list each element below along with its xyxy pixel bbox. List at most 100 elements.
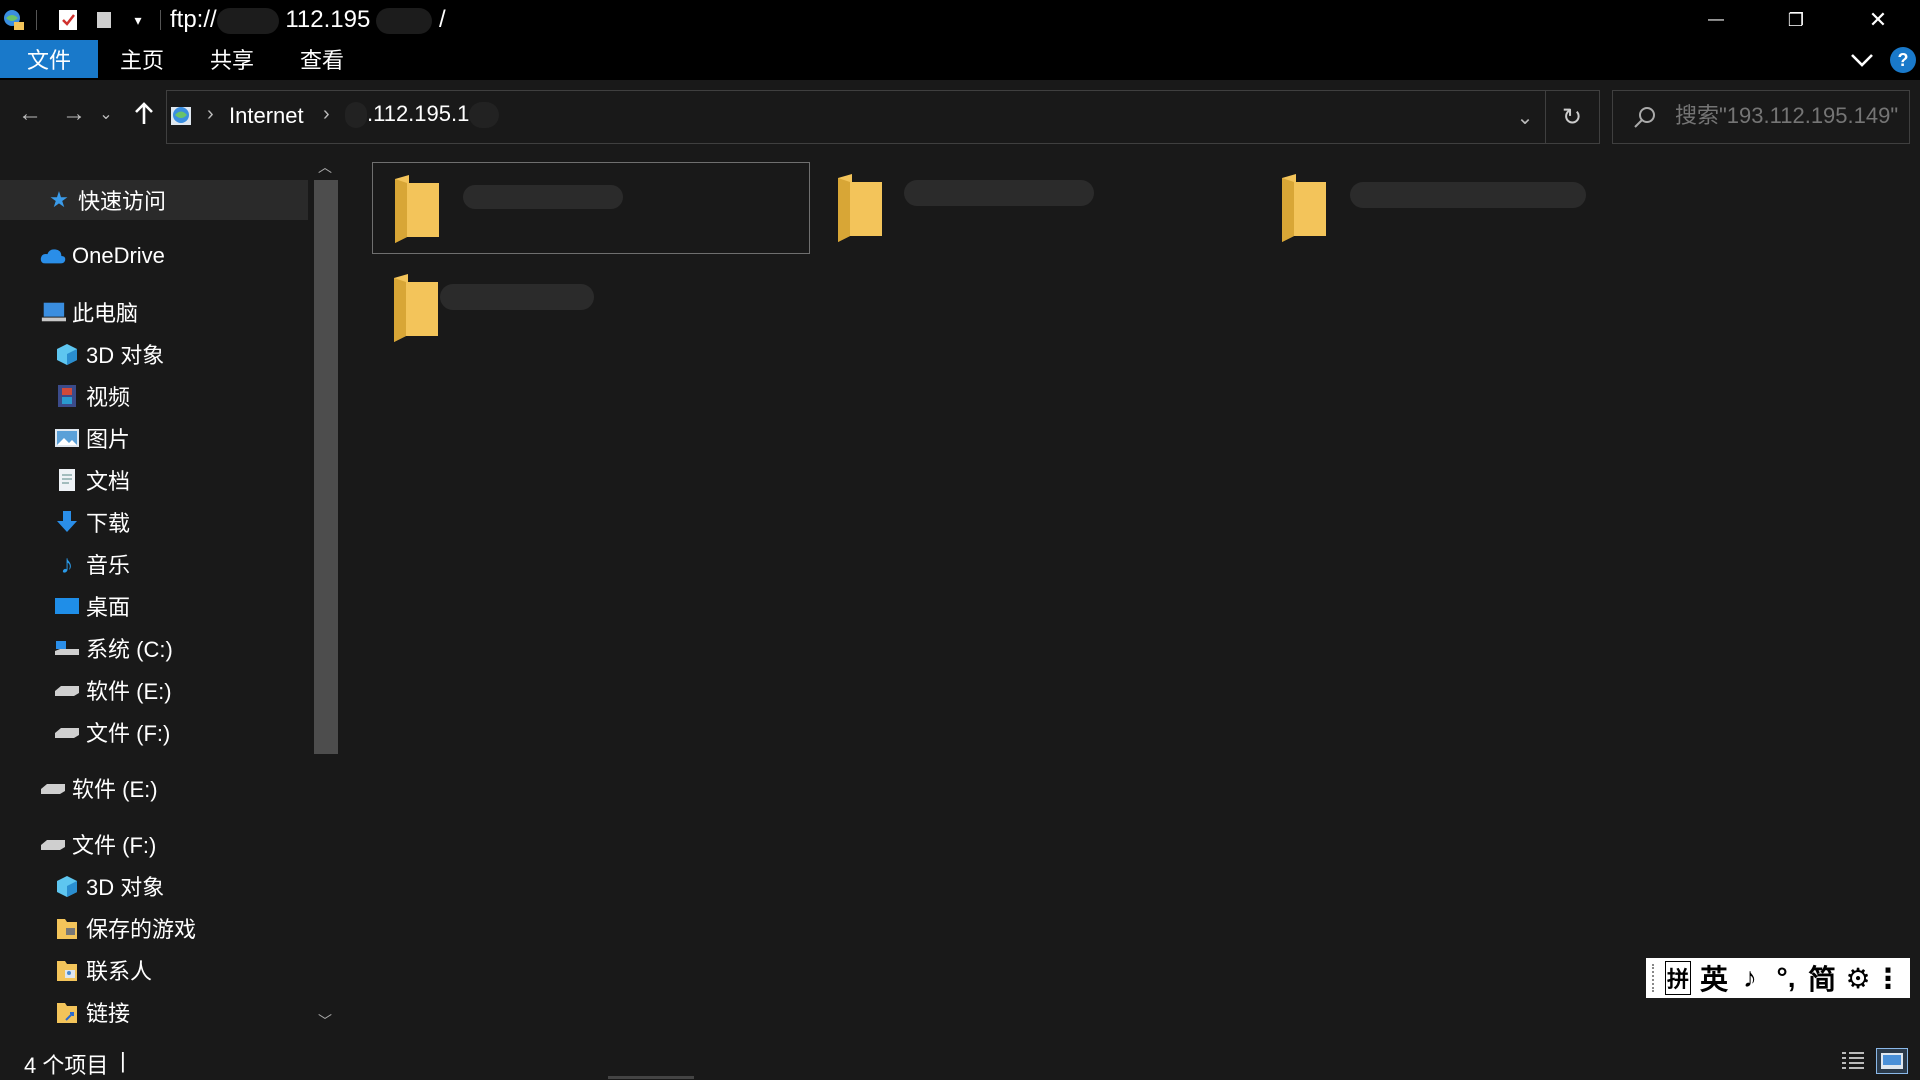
download-icon — [54, 509, 80, 535]
restore-icon: ❐ — [1787, 9, 1805, 30]
sidebar-item-label: 3D 对象 — [86, 875, 165, 900]
arrow-left-icon: ← — [18, 100, 42, 127]
sidebar-scrollbar[interactable]: ︿ ﹀ — [310, 152, 340, 1040]
divider — [160, 10, 161, 30]
search-input[interactable] — [1675, 99, 1903, 133]
address-dropdown-button[interactable]: ⌄ — [1507, 103, 1543, 131]
title-middle: 112.195 — [285, 6, 371, 33]
tab-share[interactable]: 共享 — [194, 40, 270, 78]
drive-icon — [40, 831, 66, 857]
expand-ribbon-button[interactable] — [1844, 48, 1880, 72]
recent-locations-button[interactable]: ⌄ — [94, 94, 118, 134]
scrollbar-thumb[interactable] — [314, 180, 338, 754]
search-icon — [1634, 107, 1655, 128]
scroll-down-button[interactable]: ﹀ — [314, 1012, 336, 1030]
sidebar-item-label: 视频 — [86, 385, 131, 410]
sidebar-item-3d-objects[interactable]: 3D 对象 — [54, 334, 164, 374]
sidebar-item-drive-f-root[interactable]: 文件 (F:) — [40, 824, 156, 864]
sidebar-item-videos[interactable]: 视频 — [54, 376, 130, 416]
redacted-region — [463, 185, 623, 209]
help-button[interactable]: ? — [1890, 47, 1916, 73]
sidebar-item-f-3d-objects[interactable]: 3D 对象 — [54, 866, 164, 906]
folder-item[interactable] — [372, 262, 808, 352]
ime-simplified-button[interactable]: 简 — [1804, 960, 1840, 996]
sidebar-item-drive-e-root[interactable]: 软件 (E:) — [40, 768, 158, 808]
sidebar-item-label: 文档 — [86, 469, 131, 494]
window-title: ftp:// 112.195 / — [170, 6, 446, 34]
video-icon — [54, 383, 80, 409]
sidebar-item-contacts[interactable]: 联系人 — [54, 950, 152, 990]
file-list[interactable] — [342, 152, 1920, 1040]
address-bar[interactable]: › Internet › .112.195.1 ⌄ ↻ — [166, 90, 1600, 144]
ime-english-button[interactable]: 英 — [1696, 960, 1732, 996]
ime-pinyin-label: 拼 — [1664, 961, 1691, 995]
internet-icon — [169, 103, 197, 131]
desktop-icon — [54, 593, 80, 619]
sidebar-item-documents[interactable]: 文档 — [54, 460, 130, 500]
sidebar-item-links[interactable]: 链接 — [54, 992, 130, 1032]
folder-item[interactable] — [372, 162, 810, 254]
ime-simplified-label: 简 — [1807, 964, 1836, 995]
ime-halfwidth-button[interactable]: ♪ — [1732, 960, 1768, 996]
arrow-up-icon — [135, 102, 153, 124]
search-box[interactable] — [1612, 90, 1910, 144]
sidebar-item-downloads[interactable]: 下载 — [54, 502, 130, 542]
back-button[interactable]: ← — [12, 94, 48, 134]
folder-item[interactable] — [816, 162, 1252, 252]
breadcrumb-host[interactable]: .112.195.1 — [345, 101, 500, 129]
saved-games-icon — [54, 915, 80, 941]
redacted-region — [904, 180, 1094, 206]
sidebar-item-label: OneDrive — [72, 243, 165, 268]
ime-pinyin-button[interactable]: 拼 — [1660, 960, 1696, 996]
restore-button[interactable]: ❐ — [1756, 0, 1836, 40]
folder-icon — [394, 274, 438, 342]
up-button[interactable] — [126, 94, 162, 134]
sidebar-item-label: 链接 — [86, 1001, 131, 1026]
resize-grip[interactable] — [608, 1076, 694, 1079]
close-icon: ✕ — [1868, 7, 1888, 32]
breadcrumb-separator: › — [207, 103, 214, 125]
sidebar-item-label: 图片 — [86, 427, 131, 452]
breadcrumb-internet[interactable]: Internet — [229, 103, 304, 129]
tab-file[interactable]: 文件 — [0, 40, 98, 78]
cloud-icon — [40, 243, 66, 269]
properties-icon[interactable] — [56, 8, 80, 32]
sidebar-item-label: 音乐 — [86, 553, 131, 578]
sidebar-item-saved-games[interactable]: 保存的游戏 — [54, 908, 196, 948]
large-icons-view-button[interactable] — [1876, 1048, 1908, 1074]
new-folder-icon[interactable] — [92, 8, 116, 32]
details-view-icon — [1842, 1052, 1864, 1069]
divider — [36, 10, 37, 30]
drive-icon — [54, 719, 80, 745]
sidebar-item-this-pc[interactable]: 此电脑 — [40, 292, 138, 332]
refresh-icon: ↻ — [1561, 103, 1583, 131]
sidebar-item-drive-c[interactable]: 系统 (C:) — [54, 628, 173, 668]
folder-item[interactable] — [1260, 162, 1696, 252]
ime-drag-handle[interactable] — [1652, 964, 1656, 992]
sidebar-item-desktop[interactable]: 桌面 — [54, 586, 130, 626]
details-view-button[interactable] — [1840, 1048, 1866, 1072]
refresh-button[interactable]: ↻ — [1547, 101, 1597, 133]
ime-settings-button[interactable]: ⚙ — [1840, 960, 1876, 996]
close-button[interactable]: ✕ — [1838, 0, 1918, 40]
sidebar-item-label: 桌面 — [86, 595, 131, 620]
tab-view[interactable]: 查看 — [284, 40, 360, 78]
forward-button[interactable]: → — [56, 94, 92, 134]
sidebar-item-pictures[interactable]: 图片 — [54, 418, 130, 458]
sidebar-item-drive-f[interactable]: 文件 (F:) — [54, 712, 170, 752]
minimize-button[interactable]: — — [1676, 0, 1756, 40]
ime-punctuation-button[interactable]: °, — [1768, 960, 1804, 996]
star-icon: ★ — [49, 187, 69, 212]
breadcrumb-host-label: .112.195.1 — [367, 101, 470, 126]
sidebar-item-drive-e[interactable]: 软件 (E:) — [54, 670, 172, 710]
tab-home[interactable]: 主页 — [104, 40, 180, 78]
customize-quick-access-icon[interactable]: ▾ — [126, 8, 150, 32]
cube-icon — [54, 873, 80, 899]
sidebar-item-music[interactable]: ♪ 音乐 — [54, 544, 131, 584]
sidebar-item-label: 快速访问 — [78, 189, 167, 214]
music-icon: ♪ — [60, 548, 74, 579]
sidebar-item-onedrive[interactable]: OneDrive — [40, 236, 165, 276]
ime-more-button[interactable]: ⋮ — [1874, 960, 1902, 996]
scroll-up-button[interactable]: ︿ — [314, 158, 336, 176]
app-icon[interactable] — [2, 8, 26, 32]
